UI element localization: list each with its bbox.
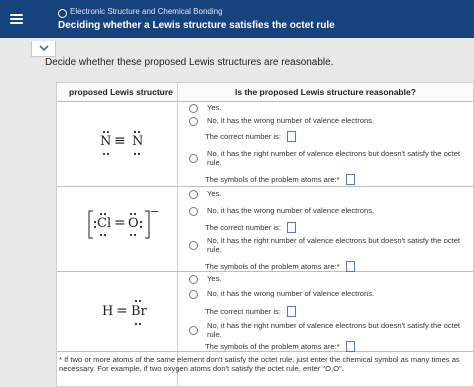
option-yes-row2[interactable]: Yes.: [189, 189, 222, 199]
question-prompt: Decide whether these proposed Lewis stru…: [45, 57, 334, 68]
radio-button[interactable]: [189, 275, 198, 284]
table-header: proposed Lewis structure Is the proposed…: [57, 83, 473, 102]
option-not-octet-row1[interactable]: No, it has the right number of valence e…: [189, 149, 469, 167]
correct-number-input[interactable]: [286, 131, 296, 142]
atom-left: N: [100, 134, 112, 149]
bond-double: =: [116, 303, 128, 319]
option-wrong-count-row3[interactable]: No, it has the wrong number of valence e…: [189, 289, 374, 299]
column-header-reasonable: Is the proposed Lewis structure reasonab…: [235, 87, 416, 97]
option-wrong-count-row2[interactable]: No, it has the wrong number of valence e…: [189, 206, 374, 216]
problem-atoms-input[interactable]: [345, 174, 355, 185]
atom-left: H: [102, 304, 114, 319]
lewis-structure-hbr: H = Br: [99, 297, 159, 329]
page-title: Deciding whether a Lewis structure satis…: [58, 20, 335, 31]
bond-triple: ≡: [114, 133, 126, 149]
atom-right: O: [128, 216, 139, 231]
top-bar: Electronic Structure and Chemical Bondin…: [0, 0, 474, 38]
column-header-structure: proposed Lewis structure: [69, 87, 173, 97]
correct-number-input[interactable]: [286, 222, 296, 233]
radio-button[interactable]: [189, 154, 198, 163]
atom-right: N: [132, 134, 144, 149]
radio-button[interactable]: [189, 104, 198, 113]
radio-button[interactable]: [189, 326, 198, 335]
problem-atoms-row3: The symbols of the problem atoms are:*: [205, 341, 355, 352]
lewis-structure-n2: N ≡ N: [99, 129, 147, 159]
radio-button[interactable]: [189, 290, 198, 299]
radio-button[interactable]: [189, 207, 198, 216]
problem-atoms-row1: The symbols of the problem atoms are:*: [205, 174, 355, 185]
option-not-octet-row3[interactable]: No, it has the right number of valence e…: [189, 321, 469, 339]
radio-button[interactable]: [189, 241, 198, 250]
option-yes-row1[interactable]: Yes.: [189, 103, 222, 113]
bond-double: =: [114, 215, 126, 231]
correct-number-row1: The correct number is:: [205, 131, 296, 142]
menu-icon[interactable]: [4, 6, 30, 32]
footnote: * If two or more atoms of the same eleme…: [59, 355, 460, 373]
breadcrumb: Electronic Structure and Chemical Bondin…: [70, 7, 223, 16]
atom-left: Cl: [97, 216, 112, 231]
radio-button[interactable]: [189, 117, 198, 126]
collapse-button[interactable]: [31, 41, 56, 57]
option-not-octet-row2[interactable]: No, it has the right number of valence e…: [189, 236, 469, 254]
chevron-down-icon: [38, 45, 49, 52]
problem-atoms-input[interactable]: [345, 261, 355, 272]
progress-circle-icon: [58, 9, 67, 18]
charge-label: −: [150, 205, 160, 218]
problem-atoms-row2: The symbols of the problem atoms are:*: [205, 261, 355, 272]
lewis-structure-clo: Cl = O −: [87, 205, 167, 243]
radio-button[interactable]: [189, 190, 198, 199]
option-wrong-count-row1[interactable]: No, it has the wrong number of valence e…: [189, 116, 374, 126]
problem-atoms-input[interactable]: [345, 341, 355, 352]
atom-right: Br: [131, 304, 147, 319]
lewis-table: proposed Lewis structure Is the proposed…: [56, 82, 474, 387]
option-yes-row3[interactable]: Yes.: [189, 274, 222, 284]
correct-number-input[interactable]: [286, 306, 296, 317]
correct-number-row3: The correct number is:: [205, 306, 296, 317]
correct-number-row2: The correct number is:: [205, 222, 296, 233]
